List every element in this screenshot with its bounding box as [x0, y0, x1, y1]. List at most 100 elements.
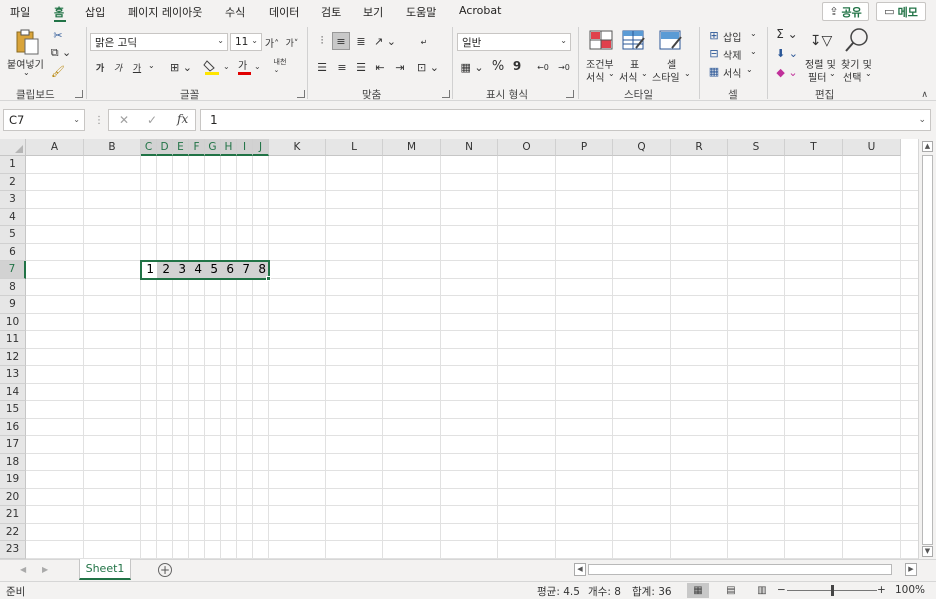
column-header-o[interactable]: O — [498, 139, 556, 156]
tab-review[interactable]: 검토 — [321, 4, 341, 20]
align-middle-icon[interactable]: ≡ — [332, 32, 350, 50]
cell-styles-icon[interactable] — [659, 30, 683, 52]
align-center-icon[interactable]: ≡ — [334, 59, 350, 75]
find-select-label-2[interactable]: 선택 — [843, 69, 861, 84]
find-select-icon[interactable] — [844, 27, 870, 53]
vertical-scroll-thumb[interactable] — [922, 155, 933, 545]
row-header-13[interactable]: 13 — [0, 366, 26, 384]
next-sheet-icon[interactable]: ▶ — [42, 565, 48, 574]
cancel-icon[interactable]: ✕ — [119, 113, 129, 127]
row-header-8[interactable]: 8 — [0, 278, 26, 296]
formula-input[interactable]: 1 ⌄ — [200, 109, 931, 131]
add-sheet-button[interactable]: + — [158, 563, 172, 577]
column-header-d[interactable]: D — [157, 139, 173, 156]
format-painter-icon[interactable]: 🖌 — [50, 64, 66, 78]
column-header-j[interactable]: J — [253, 139, 269, 156]
row-header-12[interactable]: 12 — [0, 348, 26, 366]
autosum-icon[interactable]: Σ ⌄ — [775, 27, 799, 41]
format-as-table-label-2[interactable]: 서식 — [619, 69, 637, 84]
cell-styles-label-2[interactable]: 스타일 — [652, 69, 680, 84]
status-average[interactable]: 평균: 4.5 — [537, 584, 580, 599]
underline-button[interactable]: 가 — [131, 60, 143, 74]
page-layout-view-icon[interactable]: ▤ — [720, 583, 742, 598]
increase-decimal-icon[interactable]: ←0 — [534, 59, 552, 75]
enter-icon[interactable]: ✓ — [147, 113, 157, 127]
name-box[interactable]: C7 ⌄ — [3, 109, 85, 131]
borders-icon[interactable]: ⊞ ⌄ — [168, 60, 194, 74]
row-header-7[interactable]: 7 — [0, 261, 26, 279]
status-sum[interactable]: 합계: 36 — [632, 584, 672, 599]
vertical-scrollbar[interactable]: ▲ ▼ — [918, 139, 936, 559]
tab-data[interactable]: 데이터 — [269, 4, 299, 20]
row-header-16[interactable]: 16 — [0, 418, 26, 436]
italic-button[interactable]: 가 — [112, 60, 124, 74]
decrease-font-icon[interactable]: 가˅ — [284, 34, 300, 50]
column-header-g[interactable]: G — [205, 139, 221, 156]
insert-function-button[interactable]: fx — [177, 112, 188, 126]
splitter-icon[interactable]: ⋮ — [94, 115, 104, 126]
number-format-dropdown[interactable]: 일반 ⌄ — [457, 33, 571, 51]
tab-page-layout[interactable]: 페이지 레이아웃 — [128, 4, 202, 20]
fill-handle[interactable] — [266, 275, 271, 281]
fill-icon[interactable]: ⬇ ⌄ — [775, 46, 799, 60]
column-header-m[interactable]: M — [383, 139, 441, 156]
insert-cells-icon[interactable]: ⊞ — [707, 28, 721, 42]
format-cells-icon[interactable]: ▦ — [707, 64, 721, 78]
tab-insert[interactable]: 삽입 — [85, 4, 105, 20]
status-count[interactable]: 개수: 8 — [588, 584, 621, 599]
row-header-9[interactable]: 9 — [0, 296, 26, 314]
font-launcher-icon[interactable] — [297, 90, 305, 98]
spreadsheet-grid[interactable]: A B C D E F G H I J K L M N O P Q R S T U 1 2 3 4 5 6 7 8 9 10 11 12 13 14… — [0, 139, 918, 559]
decrease-indent-icon[interactable]: ⇤ — [372, 59, 388, 75]
conditional-format-label-2[interactable]: 서식 — [586, 69, 604, 84]
row-header-18[interactable]: 18 — [0, 453, 26, 471]
clipboard-launcher-icon[interactable] — [75, 90, 83, 98]
row-header-22[interactable]: 22 — [0, 523, 26, 541]
percent-style-button[interactable]: % — [490, 58, 506, 74]
row-header-23[interactable]: 23 — [0, 541, 26, 559]
row-header-3[interactable]: 3 — [0, 191, 26, 209]
row-header-14[interactable]: 14 — [0, 383, 26, 401]
page-break-view-icon[interactable]: ▥ — [751, 583, 773, 598]
conditional-format-icon[interactable] — [589, 30, 613, 52]
align-left-icon[interactable]: ☰ — [314, 59, 330, 75]
column-header-s[interactable]: S — [728, 139, 785, 156]
orientation-icon[interactable]: ↗ ⌄ — [372, 33, 398, 49]
column-header-l[interactable]: L — [326, 139, 383, 156]
row-header-4[interactable]: 4 — [0, 208, 26, 226]
row-header-15[interactable]: 15 — [0, 401, 26, 419]
row-header-21[interactable]: 21 — [0, 506, 26, 524]
row-header-11[interactable]: 11 — [0, 331, 26, 349]
tab-help[interactable]: 도움말 — [406, 4, 436, 20]
format-cells-button[interactable]: 서식 — [723, 65, 741, 80]
row-header-2[interactable]: 2 — [0, 173, 26, 191]
wrap-text-icon[interactable]: ↵ — [415, 33, 433, 51]
column-header-q[interactable]: Q — [613, 139, 671, 156]
insert-cells-button[interactable]: 삽입 — [723, 29, 741, 44]
column-header-a[interactable]: A — [26, 139, 84, 156]
increase-indent-icon[interactable]: ⇥ — [392, 59, 408, 75]
normal-view-icon[interactable]: ▦ — [687, 583, 709, 598]
scroll-left-icon[interactable]: ◀ — [574, 563, 586, 576]
column-header-h[interactable]: H — [221, 139, 237, 156]
scroll-right-icon[interactable]: ▶ — [905, 563, 917, 576]
column-header-k[interactable]: K — [269, 139, 326, 156]
zoom-in-icon[interactable]: + — [877, 584, 886, 596]
prev-sheet-icon[interactable]: ◀ — [20, 565, 26, 574]
memo-button[interactable]: ▭ 메모 — [876, 2, 926, 21]
column-header-n[interactable]: N — [441, 139, 498, 156]
column-header-e[interactable]: E — [173, 139, 189, 156]
number-launcher-icon[interactable] — [566, 90, 574, 98]
sort-filter-icon[interactable]: ↧▽ — [807, 30, 835, 52]
increase-font-icon[interactable]: 가˄ — [264, 34, 280, 50]
chevron-down-icon[interactable]: ⌄ — [73, 110, 80, 130]
collapse-ribbon-icon[interactable]: ∧ — [921, 90, 928, 100]
row-header-6[interactable]: 6 — [0, 243, 26, 261]
align-bottom-icon[interactable]: ≣ — [353, 33, 369, 49]
column-header-u[interactable]: U — [843, 139, 901, 156]
horizontal-scroll-thumb[interactable] — [588, 564, 892, 575]
column-header-b[interactable]: B — [84, 139, 141, 156]
paste-dropdown-icon[interactable]: ⌄ — [23, 68, 30, 77]
delete-cells-icon[interactable]: ⊟ — [707, 46, 721, 60]
column-header-f[interactable]: F — [189, 139, 205, 156]
